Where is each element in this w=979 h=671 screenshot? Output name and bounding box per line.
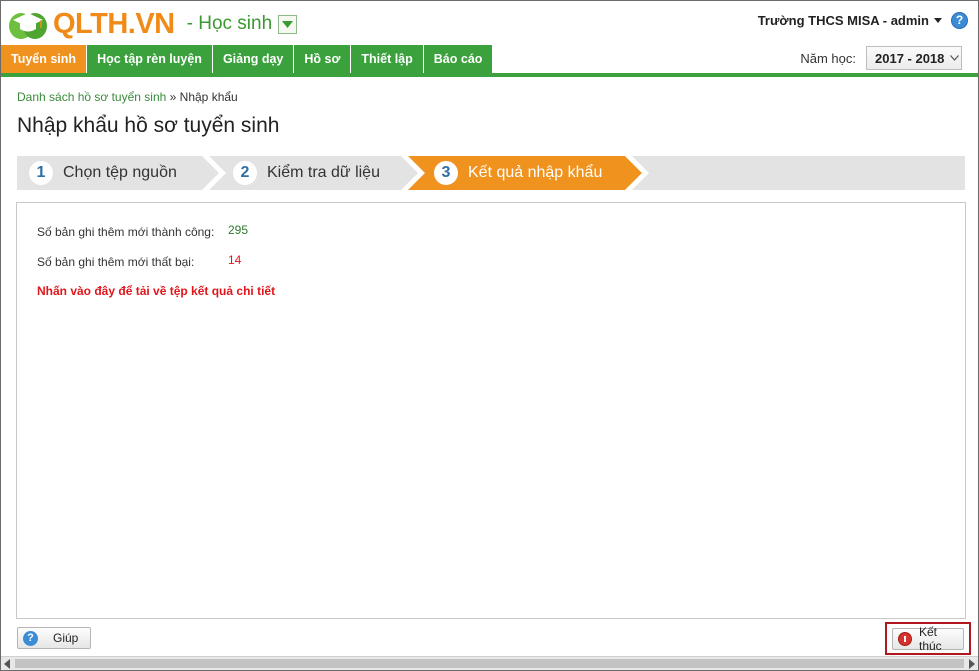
step-1: 1 Chọn tệp nguồn <box>29 156 177 190</box>
help-button[interactable]: ? Giúp <box>17 627 91 649</box>
module-name: - Học sinh <box>186 13 273 34</box>
module-dropdown-button[interactable] <box>278 14 298 34</box>
logo-icon <box>7 6 49 42</box>
download-result-link[interactable]: Nhấn vào đây để tải về tệp kết quả chi t… <box>37 284 275 298</box>
user-menu[interactable]: Trường THCS MISA - admin <box>758 13 942 28</box>
wizard-steps: 1 Chọn tệp nguồn 2 Kiểm tra dữ liệu 3 Kế… <box>17 156 965 190</box>
help-icon[interactable]: ? <box>951 12 968 29</box>
tab-ho-so[interactable]: Hồ sơ <box>294 45 352 73</box>
breadcrumb-separator: » <box>169 90 177 104</box>
chevron-down-icon <box>950 55 960 61</box>
success-label: Số bản ghi thêm mới thành công: <box>37 225 215 239</box>
scroll-right-icon[interactable] <box>969 659 975 669</box>
year-value: 2017 - 2018 <box>875 50 945 66</box>
scrollbar-thumb[interactable] <box>15 659 964 668</box>
tab-hoc-tap-ren-luyen[interactable]: Học tập rèn luyện <box>87 45 213 73</box>
breadcrumb: Danh sách hồ sơ tuyển sinh » Nhập khẩu <box>17 90 238 104</box>
step-1-label: Chọn tệp nguồn <box>63 164 177 181</box>
main-nav: Tuyển sinh Học tập rèn luyện Giảng dạy H… <box>1 45 978 77</box>
fail-label: Số bản ghi thêm mới thất bại: <box>37 255 195 269</box>
user-name: Trường THCS MISA - admin <box>757 13 929 28</box>
tab-tuyen-sinh[interactable]: Tuyển sinh <box>1 45 88 73</box>
step-2-label: Kiểm tra dữ liệu <box>267 164 380 181</box>
step-3-label: Kết quả nhập khẩu <box>468 164 603 181</box>
result-panel: Số bản ghi thêm mới thành công: 295 Số b… <box>16 202 966 619</box>
step-3-number: 3 <box>434 161 458 185</box>
year-select[interactable]: 2017 - 2018 <box>866 46 962 70</box>
step-2-number: 2 <box>233 161 257 185</box>
year-label: Năm học: <box>800 51 856 66</box>
page-title: Nhập khẩu hồ sơ tuyển sinh <box>17 114 280 137</box>
finish-button-highlight: Kết thúc <box>885 622 971 655</box>
power-icon <box>898 632 912 646</box>
logo[interactable]: QLTH.VN - Học sinh <box>7 6 298 42</box>
scroll-left-icon[interactable] <box>4 659 10 669</box>
tab-thiet-lap[interactable]: Thiết lập <box>351 45 424 73</box>
step-1-number: 1 <box>29 161 53 185</box>
header: QLTH.VN - Học sinh Trường THCS MISA - ad… <box>1 1 978 45</box>
finish-button[interactable]: Kết thúc <box>892 625 964 653</box>
tab-bao-cao[interactable]: Báo cáo <box>423 45 494 73</box>
tab-giang-day[interactable]: Giảng dạy <box>212 45 295 73</box>
step-3: 3 Kết quả nhập khẩu <box>434 156 602 190</box>
breadcrumb-current: Nhập khẩu <box>179 90 238 104</box>
help-icon: ? <box>23 630 38 646</box>
caret-down-icon <box>282 20 294 28</box>
success-row: Số bản ghi thêm mới thành công: 295 <box>37 223 248 239</box>
caret-down-icon <box>934 18 942 23</box>
app-window: QLTH.VN - Học sinh Trường THCS MISA - ad… <box>0 0 979 671</box>
logo-text: QLTH.VN <box>53 7 175 40</box>
step-2: 2 Kiểm tra dữ liệu <box>233 156 380 190</box>
help-button-label: Giúp <box>53 631 79 645</box>
fail-count: 14 <box>228 253 242 267</box>
breadcrumb-link-list[interactable]: Danh sách hồ sơ tuyển sinh <box>17 90 166 104</box>
fail-row: Số bản ghi thêm mới thất bại: 14 <box>37 253 241 269</box>
finish-button-label: Kết thúc <box>919 625 942 653</box>
horizontal-scrollbar[interactable] <box>1 656 978 670</box>
success-count: 295 <box>228 223 249 237</box>
